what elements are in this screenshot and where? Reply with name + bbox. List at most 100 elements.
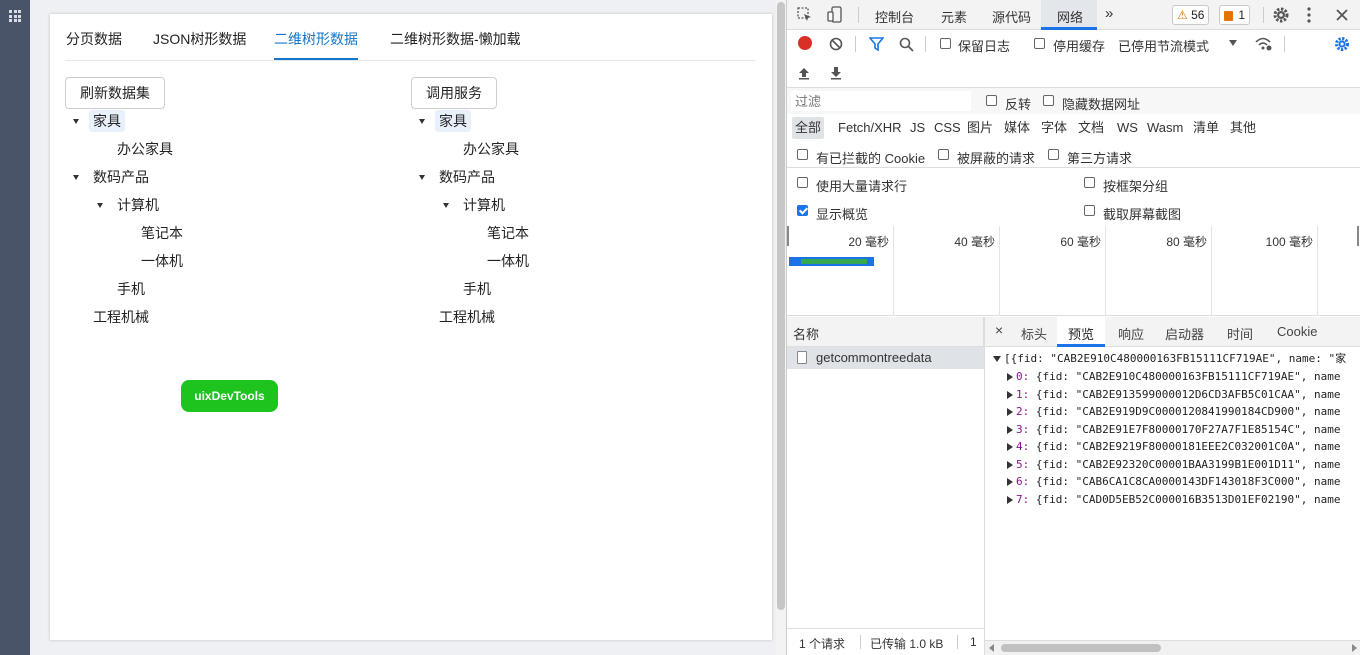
type-filter-ws[interactable]: WS bbox=[1114, 117, 1141, 139]
preview-horizontal-scrollbar[interactable] bbox=[985, 640, 1360, 655]
json-item[interactable]: 1: {fid: "CAB2E913599000012D6CD3AFB5C01C… bbox=[1007, 386, 1341, 403]
tab-preview[interactable]: 预览 bbox=[1068, 324, 1094, 343]
collapse-triangle-icon[interactable] bbox=[1007, 495, 1013, 504]
hide-data-urls-checkbox[interactable] bbox=[1043, 95, 1054, 106]
third-party-checkbox[interactable] bbox=[1048, 149, 1059, 160]
active-tab-indicator bbox=[274, 58, 358, 60]
call-service-button[interactable]: 调用服务 bbox=[411, 77, 497, 109]
close-detail-icon[interactable]: × bbox=[995, 322, 1003, 338]
caret-down-icon[interactable] bbox=[73, 175, 79, 180]
tab-2d-tree[interactable]: 二维树形数据 bbox=[274, 29, 358, 49]
import-har-upload-icon[interactable] bbox=[798, 66, 810, 80]
tab-cookie[interactable]: Cookie bbox=[1277, 324, 1317, 339]
collapse-triangle-icon[interactable] bbox=[1007, 443, 1013, 451]
caret-down-icon[interactable] bbox=[73, 119, 79, 124]
export-har-download-icon[interactable] bbox=[830, 66, 842, 80]
collapse-triangle-icon[interactable] bbox=[1007, 425, 1013, 434]
json-item[interactable]: 3: {fid: "CAB2E91E7F80000170F27A7F1E8515… bbox=[1007, 421, 1341, 438]
timeline-overview[interactable]: 20 毫秒 40 毫秒 60 毫秒 80 毫秒 100 毫秒 bbox=[787, 226, 1360, 316]
scrollbar-thumb[interactable] bbox=[777, 2, 785, 610]
scrollbar-thumb[interactable] bbox=[1001, 644, 1161, 652]
tab-json-tree[interactable]: JSON树形数据 bbox=[153, 29, 246, 49]
apps-grid-icon[interactable] bbox=[9, 10, 21, 22]
collapse-triangle-icon[interactable] bbox=[1007, 390, 1013, 399]
tab-headers[interactable]: 标头 bbox=[1021, 324, 1047, 343]
warnings-badge[interactable]: ⚠ 56 bbox=[1172, 5, 1210, 25]
capture-screenshots-checkbox[interactable] bbox=[1084, 205, 1095, 216]
tab-elements[interactable]: 元素 bbox=[941, 7, 967, 26]
record-button-icon[interactable] bbox=[798, 36, 812, 50]
tab-2d-tree-lazy[interactable]: 二维树形数据-懒加载 bbox=[390, 29, 521, 49]
json-item[interactable]: 6: {fid: "CAB6CA1C8CA0000143DF143018F3C0… bbox=[1007, 473, 1341, 490]
search-icon[interactable] bbox=[899, 37, 914, 52]
filter-input[interactable] bbox=[791, 91, 971, 111]
json-preview: [{fid: "CAB2E910C480000163FB15111CF719AE… bbox=[985, 348, 1360, 638]
tab-response[interactable]: 响应 bbox=[1118, 324, 1144, 343]
type-filter-js[interactable]: JS bbox=[907, 117, 928, 139]
large-rows-checkbox[interactable] bbox=[797, 177, 808, 188]
device-toolbar-icon[interactable] bbox=[827, 6, 845, 24]
capture-screenshots-label: 截取屏幕截图 bbox=[1103, 207, 1182, 222]
refresh-dataset-button[interactable]: 刷新数据集 bbox=[65, 77, 165, 109]
filter-funnel-icon[interactable] bbox=[869, 37, 884, 51]
blocked-requests-checkbox[interactable] bbox=[938, 149, 949, 160]
type-filter-wasm[interactable]: Wasm bbox=[1144, 117, 1186, 139]
group-by-frame-checkbox[interactable] bbox=[1084, 177, 1095, 188]
page-scrollbar[interactable] bbox=[776, 0, 786, 655]
tab-sources[interactable]: 源代码 bbox=[992, 7, 1031, 26]
scroll-right-icon[interactable] bbox=[1352, 644, 1357, 652]
type-filter-media[interactable]: 媒体 bbox=[1001, 117, 1033, 139]
type-filter-fetch-xhr[interactable]: Fetch/XHR bbox=[835, 117, 905, 139]
blocked-cookies-checkbox[interactable] bbox=[797, 149, 808, 160]
tab-network[interactable]: 网络 bbox=[1057, 7, 1083, 26]
name-column-header[interactable]: 名称 bbox=[787, 317, 984, 347]
show-overview-checkbox[interactable] bbox=[797, 205, 808, 216]
json-item[interactable]: 4: {fid: "CAB2E9219F80000181EEE2C032001C… bbox=[1007, 438, 1341, 455]
settings-gear-icon[interactable] bbox=[1272, 6, 1290, 24]
tab-initiator[interactable]: 启动器 bbox=[1165, 324, 1204, 343]
preserve-log-checkbox[interactable] bbox=[940, 38, 951, 49]
type-filter-img[interactable]: 图片 bbox=[964, 117, 996, 139]
issues-badge[interactable]: 1 bbox=[1219, 5, 1251, 25]
json-item[interactable]: 2: {fid: "CAB2E919D9C0000120841990184CD9… bbox=[1007, 403, 1341, 420]
caret-down-icon[interactable] bbox=[97, 203, 103, 208]
tab-paged-data[interactable]: 分页数据 bbox=[66, 29, 122, 49]
throttling-dropdown-icon[interactable] bbox=[1229, 40, 1237, 46]
json-root-line[interactable]: [{fid: "CAB2E910C480000163FB15111CF719AE… bbox=[993, 350, 1346, 367]
collapse-triangle-icon[interactable] bbox=[1007, 373, 1013, 381]
inspect-element-icon[interactable] bbox=[797, 7, 813, 23]
scroll-left-icon[interactable] bbox=[989, 644, 994, 652]
network-conditions-wifi-icon[interactable] bbox=[1255, 36, 1273, 52]
disable-cache-checkbox[interactable] bbox=[1034, 38, 1045, 49]
type-filter-css[interactable]: CSS bbox=[931, 117, 964, 139]
caret-down-icon[interactable] bbox=[419, 119, 425, 124]
network-settings-gear-icon[interactable] bbox=[1334, 36, 1350, 52]
json-item[interactable]: 5: {fid: "CAB2E92320C00001BAA3199B1E001D… bbox=[1007, 456, 1341, 473]
request-row[interactable]: getcommontreedata bbox=[787, 347, 984, 369]
caret-down-icon[interactable] bbox=[443, 203, 449, 208]
more-tabs-chevron-icon[interactable]: » bbox=[1105, 5, 1113, 22]
type-filter-doc[interactable]: 文档 bbox=[1075, 117, 1107, 139]
show-overview-label: 显示概览 bbox=[816, 207, 869, 222]
type-filter-manifest[interactable]: 清单 bbox=[1190, 117, 1222, 139]
tab-console[interactable]: 控制台 bbox=[875, 7, 914, 26]
json-item[interactable]: 0: {fid: "CAB2E910C480000163FB15111CF719… bbox=[1007, 368, 1341, 385]
type-filter-font[interactable]: 字体 bbox=[1038, 117, 1070, 139]
uix-devtools-button[interactable]: uixDevTools bbox=[181, 380, 278, 412]
caret-down-icon[interactable] bbox=[419, 175, 425, 180]
type-filter-all[interactable]: 全部 bbox=[792, 117, 825, 139]
collapse-triangle-icon[interactable] bbox=[1007, 460, 1013, 469]
collapse-triangle-icon[interactable] bbox=[1007, 478, 1013, 486]
throttling-select[interactable]: 已停用节流模式 bbox=[1118, 36, 1209, 55]
collapse-triangle-icon[interactable] bbox=[1007, 408, 1013, 416]
json-item[interactable]: 7: {fid: "CAD0D5EB52C000016B3513D01EF021… bbox=[1007, 491, 1341, 508]
expand-triangle-icon[interactable] bbox=[993, 356, 1001, 362]
clear-icon[interactable] bbox=[829, 37, 843, 51]
more-options-icon[interactable] bbox=[1306, 6, 1312, 24]
request-name: getcommontreedata bbox=[816, 350, 932, 365]
tab-timing[interactable]: 时间 bbox=[1227, 324, 1253, 343]
timeline-right-handle[interactable] bbox=[1357, 226, 1359, 246]
type-filter-other[interactable]: 其他 bbox=[1227, 117, 1259, 139]
invert-checkbox[interactable] bbox=[986, 95, 997, 106]
close-devtools-icon[interactable] bbox=[1335, 8, 1349, 22]
